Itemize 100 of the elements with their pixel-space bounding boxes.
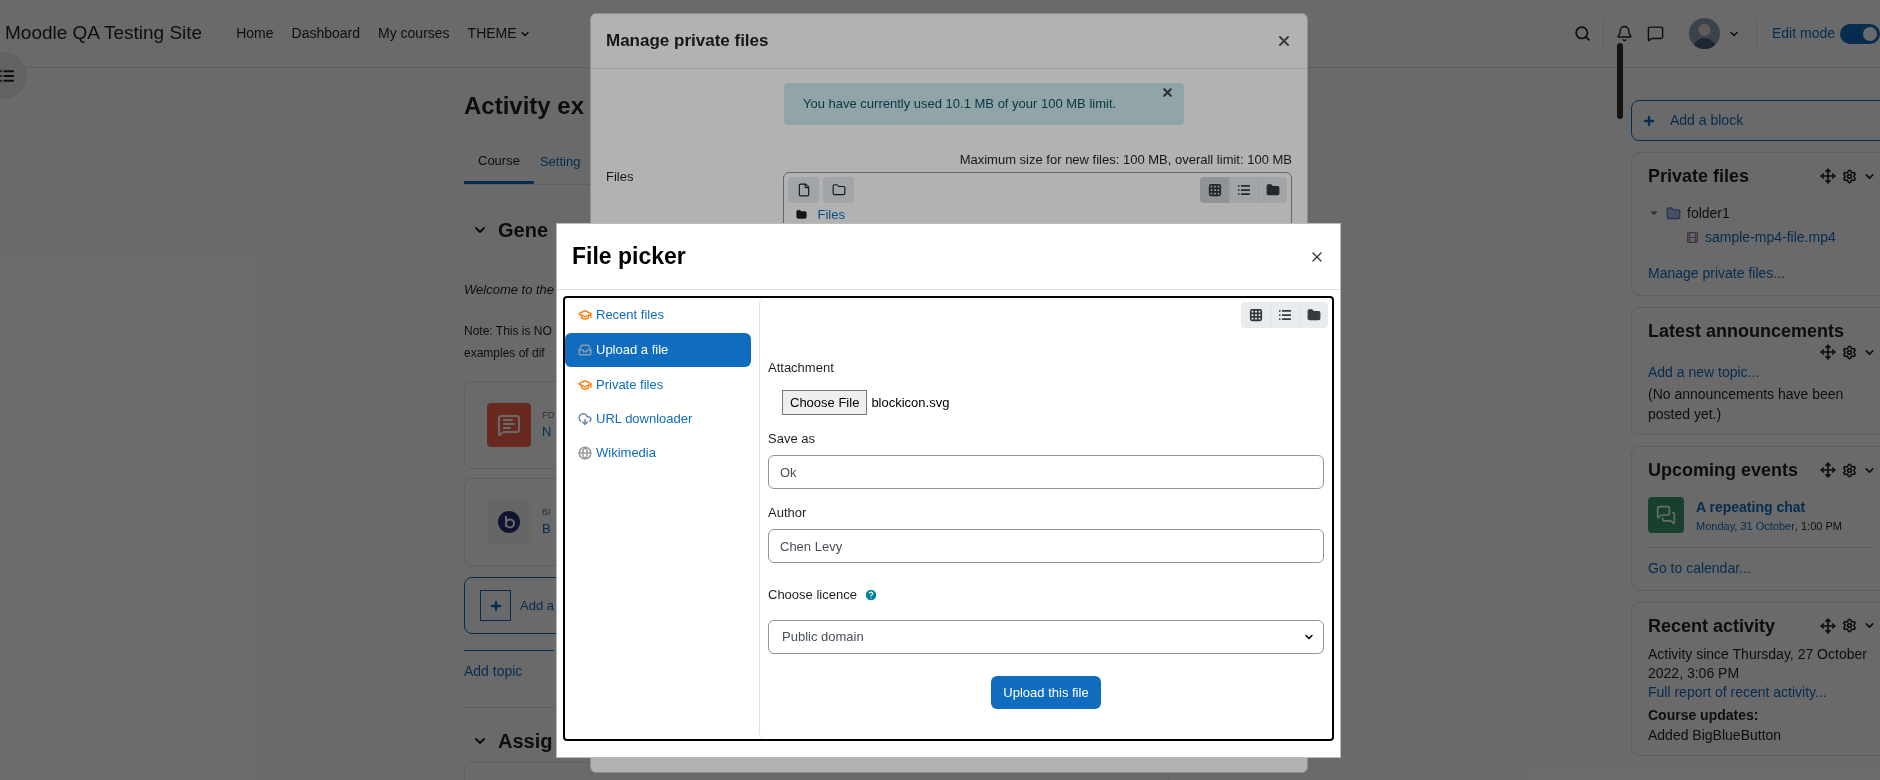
course-tab[interactable]: Course	[464, 140, 534, 184]
dialog-title: Manage private files	[606, 30, 769, 53]
save-as-field[interactable]: Ok	[768, 455, 1324, 489]
full-report-link[interactable]: Full report of recent activity...	[1648, 683, 1827, 700]
section-title: Assig	[498, 729, 553, 754]
add-topic-link[interactable]: Add topic	[464, 663, 523, 679]
block-title: Upcoming events	[1648, 459, 1799, 482]
announcements-text: (No announcements have been posted yet.)	[1648, 385, 1845, 424]
section-title: Gene	[498, 218, 549, 243]
close-icon[interactable]	[1276, 33, 1292, 49]
activity-type: FO	[542, 408, 555, 422]
block-title: Private files	[1648, 165, 1750, 188]
user-avatar[interactable]	[1688, 18, 1720, 49]
tray-icon	[578, 343, 592, 357]
close-icon[interactable]	[1161, 86, 1174, 99]
nav-link[interactable]: Dashboard	[283, 23, 368, 44]
event-date-link[interactable]: Monday, 31 October	[1696, 518, 1795, 535]
course-tab[interactable]: Setting	[533, 140, 581, 184]
size-limits-text: Maximum size for new files: 100 MB, overall limit: 100 MB	[958, 152, 1292, 168]
calendar-link[interactable]: Go to calendar...	[1648, 559, 1751, 576]
create-folder-button[interactable]	[823, 177, 855, 203]
repository-item[interactable]: Upload a file	[565, 333, 751, 367]
cloud-download-icon	[578, 412, 592, 426]
grid-view-icon	[1207, 183, 1222, 197]
messages-icon[interactable]	[1646, 25, 1664, 42]
list-view-icon	[1278, 308, 1292, 322]
folder-icon	[796, 209, 808, 221]
video-file-icon	[1686, 230, 1699, 244]
add-block-button[interactable]: Add a block	[1631, 100, 1880, 141]
files-label: Files	[606, 169, 634, 184]
chat-icon	[1648, 497, 1684, 533]
move-icon[interactable]	[1820, 617, 1836, 634]
list-view-icon	[1237, 183, 1251, 197]
activity-link[interactable]: B	[542, 519, 551, 539]
globe-icon	[578, 446, 592, 460]
course-updates-heading: Course updates:	[1648, 705, 1760, 725]
update-text: Added BigBlueButton	[1648, 725, 1783, 745]
quota-text: You have currently used 10.1 MB of your 100 MB limit.	[803, 95, 1117, 114]
list-icon	[0, 67, 15, 84]
search-icon[interactable]	[1573, 25, 1591, 42]
folder-view-icon	[1266, 183, 1280, 197]
edit-mode-label: Edit mode	[1771, 24, 1835, 43]
author-label: Author	[768, 504, 808, 522]
file-link[interactable]: sample-mp4-file.mp4	[1705, 226, 1836, 248]
repository-item[interactable]: URL downloader	[565, 402, 751, 436]
settings-icon[interactable]	[1842, 462, 1857, 478]
folder-icon	[1666, 205, 1681, 221]
dialog-title: File picker	[572, 242, 686, 272]
file-icon	[797, 183, 811, 197]
settings-icon[interactable]	[1842, 344, 1857, 360]
repository-item[interactable]: Recent files	[565, 298, 751, 332]
nav-link[interactable]: Home	[228, 23, 282, 44]
add-file-button[interactable]	[788, 177, 820, 203]
folder-name[interactable]: folder1	[1687, 202, 1730, 224]
scrollbar[interactable]	[1617, 43, 1623, 119]
settings-icon[interactable]	[1842, 168, 1857, 184]
view-toggle-button[interactable]	[1229, 177, 1258, 203]
view-toggle-button[interactable]	[1241, 302, 1270, 328]
folder-icon	[832, 183, 846, 197]
block-title: Recent activity	[1648, 614, 1776, 638]
save-as-label: Save as	[768, 430, 816, 448]
edit-mode-toggle[interactable]	[1840, 23, 1880, 44]
repository-item[interactable]: Private files	[565, 368, 751, 402]
choose-file-button[interactable]: Choose File	[782, 390, 868, 415]
manage-files-link[interactable]: Manage private files...	[1648, 265, 1785, 281]
activity-link[interactable]: N	[542, 422, 552, 442]
activity-since-text: Activity since Thursday, 27 October 2022, 3:06 PM	[1648, 644, 1868, 683]
move-icon[interactable]	[1820, 344, 1836, 360]
note-text: Note: This is NO	[464, 323, 552, 340]
folder-link[interactable]: Files	[817, 205, 845, 225]
file-name: blockicon.svg	[871, 393, 950, 412]
view-toggle-button[interactable]	[1270, 302, 1299, 328]
move-icon[interactable]	[1820, 168, 1836, 184]
add-topic-link[interactable]: Add a new topic...	[1648, 364, 1760, 380]
mortarboard-icon	[578, 308, 592, 322]
forum-icon	[487, 403, 531, 447]
view-toggle-button[interactable]	[1200, 177, 1229, 203]
block-title: Latest announcements	[1648, 320, 1845, 343]
settings-icon[interactable]	[1842, 618, 1857, 633]
mortarboard-icon	[578, 378, 592, 392]
view-toggle-button[interactable]	[1258, 177, 1287, 203]
plus-icon	[1642, 113, 1656, 128]
plus-icon	[488, 598, 503, 613]
licence-select[interactable]: Public domain	[768, 620, 1324, 654]
help-icon[interactable]	[863, 588, 878, 602]
event-time: , 1:00 PM	[1794, 519, 1842, 534]
repository-item[interactable]: Wikimedia	[565, 436, 751, 470]
welcome-text: Welcome to the	[464, 281, 555, 299]
site-name[interactable]: Moodle QA Testing Site	[5, 19, 203, 48]
folder-view-icon	[1307, 308, 1321, 322]
attachment-label: Attachment	[768, 359, 835, 377]
activity-type: BI	[542, 505, 551, 519]
event-link[interactable]: A repeating chat	[1696, 497, 1842, 518]
notifications-icon[interactable]	[1615, 25, 1633, 42]
view-toggle-button[interactable]	[1299, 302, 1328, 328]
nav-link[interactable]: THEME	[459, 23, 539, 44]
move-icon[interactable]	[1820, 462, 1836, 478]
upload-button[interactable]: Upload this file	[991, 676, 1101, 709]
nav-link[interactable]: My courses	[370, 23, 458, 44]
author-field[interactable]: Chen Levy	[768, 529, 1324, 563]
